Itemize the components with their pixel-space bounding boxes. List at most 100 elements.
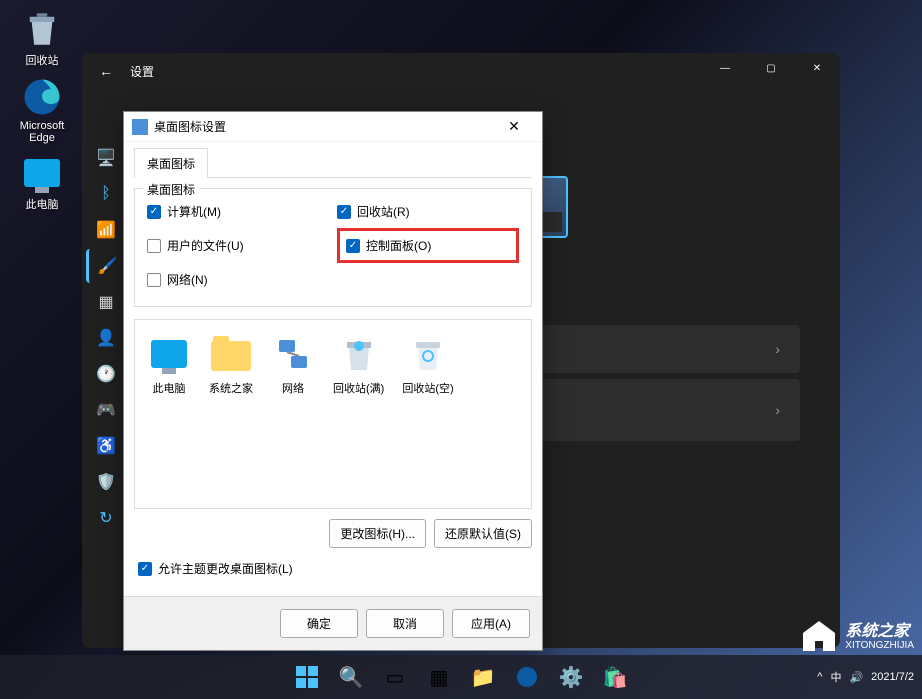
preview-this-pc[interactable]: 此电脑 (147, 332, 191, 396)
preview-label: 回收站(空) (402, 380, 453, 396)
restore-default-button[interactable]: 还原默认值(S) (434, 519, 532, 548)
sidebar-item-privacy[interactable]: 🛡️ (86, 465, 126, 499)
shield-icon: 🛡️ (96, 472, 116, 492)
preview-label: 系统之家 (209, 380, 253, 396)
update-icon: ↻ (99, 508, 112, 528)
bluetooth-icon: ᛒ (101, 185, 111, 203)
checkbox-icon: ✓ (147, 205, 161, 219)
icon-preview-box: 此电脑 系统之家 网络 回收站(满) (134, 319, 532, 509)
checkbox-computer[interactable]: ✓ 计算机(M) (147, 203, 329, 220)
desktop-icon-label: 回收站 (26, 52, 59, 68)
checkbox-control-panel[interactable]: ✓ 控制面板(O) (346, 237, 431, 254)
checkbox-grid: ✓ 计算机(M) ✓ 回收站(R) 用户的文件(U) ✓ 控制面板(O) (147, 203, 519, 288)
dialog-titlebar: 桌面图标设置 ✕ (124, 112, 542, 142)
checkbox-label: 用户的文件(U) (167, 237, 244, 254)
maximize-button[interactable]: ▢ (748, 53, 794, 83)
watermark-url: XITONGZHIJIA (845, 640, 914, 651)
watermark: 系统之家 XITONGZHIJIA (799, 619, 914, 655)
taskbar-store[interactable]: 🛍️ (595, 657, 635, 697)
preview-label: 网络 (282, 380, 304, 396)
checkbox-network[interactable]: 网络(N) (147, 271, 329, 288)
preview-label: 回收站(满) (333, 380, 384, 396)
preview-bin-empty[interactable]: 回收站(空) (402, 332, 453, 396)
chevron-right-icon: › (775, 402, 780, 418)
task-view-button[interactable]: ▭ (375, 657, 415, 697)
sidebar-item-accessibility[interactable]: ♿ (86, 429, 126, 463)
brush-icon: 🖌️ (98, 256, 118, 276)
tray-volume-icon[interactable]: 🔊 (849, 671, 863, 684)
preview-bin-full[interactable]: 回收站(满) (333, 332, 384, 396)
checkbox-label: 允许主题更改桌面图标(L) (158, 560, 293, 577)
taskbar-explorer[interactable]: 📁 (463, 657, 503, 697)
checkbox-label: 网络(N) (167, 271, 208, 288)
tab-header: 桌面图标 (134, 148, 532, 178)
folder-icon (209, 332, 253, 376)
close-button[interactable]: ✕ (794, 53, 840, 83)
taskbar-settings[interactable]: ⚙️ (551, 657, 591, 697)
tray-chevron-icon[interactable]: ^ (817, 671, 822, 683)
checkbox-label: 计算机(M) (167, 203, 221, 220)
desktop-icon-recycle-bin[interactable]: 回收站 (8, 8, 76, 68)
sidebar-item-network[interactable]: 📶 (86, 213, 126, 247)
sidebar-item-gaming[interactable]: 🎮 (86, 393, 126, 427)
checkbox-recycle[interactable]: ✓ 回收站(R) (337, 203, 519, 220)
widgets-button[interactable]: ▦ (419, 657, 459, 697)
dialog-body: 桌面图标 桌面图标 ✓ 计算机(M) ✓ 回收站(R) 用户的文件(U) (124, 142, 542, 596)
accessibility-icon: ♿ (96, 436, 116, 456)
start-button[interactable] (287, 657, 327, 697)
window-controls: — ▢ ✕ (702, 53, 840, 83)
tab-desktop-icons[interactable]: 桌面图标 (134, 148, 208, 178)
dialog-icon (132, 119, 148, 135)
sidebar-item-accounts[interactable]: 👤 (86, 321, 126, 355)
system-tray[interactable]: ^ 中 🔊 2021/7/2 (817, 655, 914, 699)
network-icon (271, 332, 315, 376)
desktop-icon-label: Microsoft Edge (8, 120, 76, 144)
taskbar: 🔍 ▭ ▦ 📁 ⚙️ 🛍️ ^ 中 🔊 2021/7/2 (0, 655, 922, 699)
settings-titlebar: ← 设置 — ▢ ✕ (82, 53, 840, 89)
preview-network[interactable]: 网络 (271, 332, 315, 396)
checkbox-icon: ✓ (337, 205, 351, 219)
back-button[interactable]: ← (90, 55, 122, 87)
change-icon-button[interactable]: 更改图标(H)... (329, 519, 426, 548)
preview-sys-home[interactable]: 系统之家 (209, 332, 253, 396)
monitor-icon (147, 332, 191, 376)
chevron-right-icon: › (775, 341, 780, 357)
checkbox-label: 控制面板(O) (366, 237, 431, 254)
cancel-button[interactable]: 取消 (366, 609, 444, 638)
desktop-icon-this-pc[interactable]: 此电脑 (8, 152, 76, 212)
desktop-icon-settings-dialog: 桌面图标设置 ✕ 桌面图标 桌面图标 ✓ 计算机(M) ✓ 回收站(R) 用户的… (123, 111, 543, 651)
person-icon: 👤 (96, 328, 116, 348)
sidebar-item-bluetooth[interactable]: ᛒ (86, 177, 126, 211)
taskbar-edge[interactable] (507, 657, 547, 697)
group-title: 桌面图标 (143, 181, 199, 198)
sidebar-item-time[interactable]: 🕐 (86, 357, 126, 391)
ok-button[interactable]: 确定 (280, 609, 358, 638)
checkbox-icon (147, 239, 161, 253)
sidebar-item-apps[interactable]: ▦ (86, 285, 126, 319)
desktop-icon-label: 此电脑 (26, 196, 59, 212)
desktop-icon-edge[interactable]: Microsoft Edge (8, 76, 76, 144)
watermark-name: 系统之家 (845, 623, 914, 641)
sidebar-item-personalize[interactable]: 🖌️ (86, 249, 126, 283)
dialog-footer: 确定 取消 应用(A) (124, 596, 542, 650)
checkbox-icon: ✓ (346, 239, 360, 253)
checkbox-user-files[interactable]: 用户的文件(U) (147, 228, 329, 263)
dialog-close-button[interactable]: ✕ (494, 114, 534, 140)
watermark-text: 系统之家 XITONGZHIJIA (845, 623, 914, 652)
checkbox-icon: ✓ (138, 562, 152, 576)
icon-action-buttons: 更改图标(H)... 还原默认值(S) (134, 519, 532, 548)
checkbox-allow-theme[interactable]: ✓ 允许主题更改桌面图标(L) (138, 560, 532, 577)
apply-button[interactable]: 应用(A) (452, 609, 530, 638)
sidebar-item-display[interactable]: 🖥️ (86, 141, 126, 175)
minimize-button[interactable]: — (702, 53, 748, 83)
desktop-icons-group: 桌面图标 ✓ 计算机(M) ✓ 回收站(R) 用户的文件(U) ✓ (134, 188, 532, 307)
sidebar-item-update[interactable]: ↻ (86, 501, 126, 535)
dialog-title: 桌面图标设置 (154, 118, 494, 135)
edge-icon (21, 76, 63, 118)
tray-ime-icon[interactable]: 中 (830, 669, 841, 685)
tray-date[interactable]: 2021/7/2 (871, 671, 914, 683)
clock-icon: 🕐 (96, 364, 116, 384)
search-button[interactable]: 🔍 (331, 657, 371, 697)
highlight-box: ✓ 控制面板(O) (337, 228, 519, 263)
desktop-icons: 回收站 Microsoft Edge 此电脑 (8, 8, 76, 212)
